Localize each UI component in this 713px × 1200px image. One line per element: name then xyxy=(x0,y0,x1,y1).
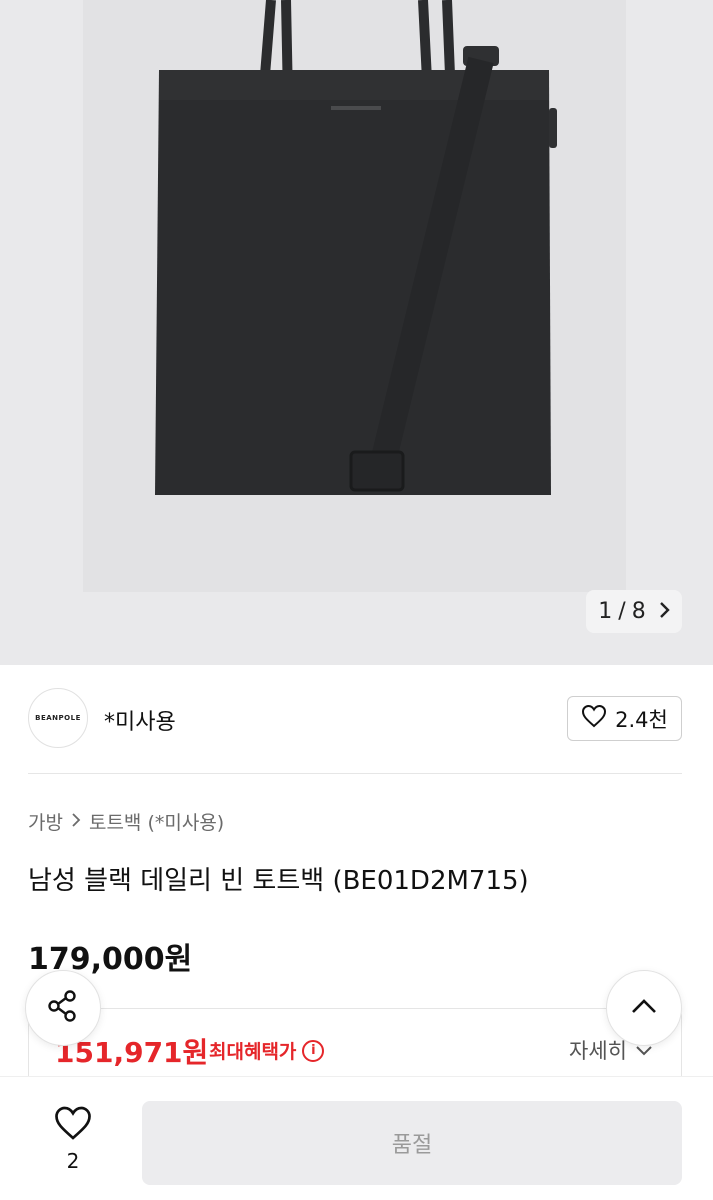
chevron-right-icon xyxy=(71,812,81,831)
pager-separator: / xyxy=(618,599,626,624)
share-button[interactable] xyxy=(25,970,101,1046)
bottom-action-bar: 2 품절 xyxy=(0,1076,713,1200)
detail-label: 자세히 xyxy=(569,1039,627,1063)
product-image-gallery[interactable]: 1 / 8 xyxy=(0,0,713,665)
gallery-pager[interactable]: 1 / 8 xyxy=(586,590,682,633)
breadcrumb: 가방 토트백 (*미사용) xyxy=(28,808,224,835)
product-photo xyxy=(83,0,626,592)
wish-count: 2 xyxy=(66,1149,80,1173)
seller-name[interactable]: *미사용 xyxy=(104,704,176,736)
benefit-label: 최대혜택가 xyxy=(209,1041,297,1063)
share-icon xyxy=(46,989,80,1027)
seller-logo-text: BEANPOLE xyxy=(35,714,81,722)
chevron-right-icon xyxy=(658,600,670,624)
chevron-up-icon xyxy=(630,997,658,1019)
seller-row: BEANPOLE *미사용 2.4천 xyxy=(28,688,682,750)
pager-total: 8 xyxy=(631,599,646,624)
breadcrumb-subcategory[interactable]: 토트백 (*미사용) xyxy=(89,808,224,835)
product-title: 남성 블랙 데일리 빈 토트백 (BE01D2M715) xyxy=(28,866,529,896)
info-icon[interactable]: i xyxy=(302,1039,325,1062)
seller-logo[interactable]: BEANPOLE xyxy=(28,688,88,748)
wish-button[interactable]: 2 xyxy=(40,1105,106,1173)
tote-bag-image xyxy=(155,0,557,495)
heart-outline-icon xyxy=(53,1106,93,1145)
breadcrumb-category[interactable]: 가방 xyxy=(28,808,63,835)
like-button[interactable]: 2.4천 xyxy=(567,696,682,741)
benefit-label-group: 최대혜택가 i xyxy=(209,1037,325,1064)
heart-outline-icon xyxy=(581,704,607,733)
soldout-button[interactable]: 품절 xyxy=(142,1101,682,1185)
scroll-top-button[interactable] xyxy=(606,970,682,1046)
like-count: 2.4천 xyxy=(615,707,668,732)
pager-current: 1 xyxy=(598,599,613,624)
divider xyxy=(28,773,682,774)
